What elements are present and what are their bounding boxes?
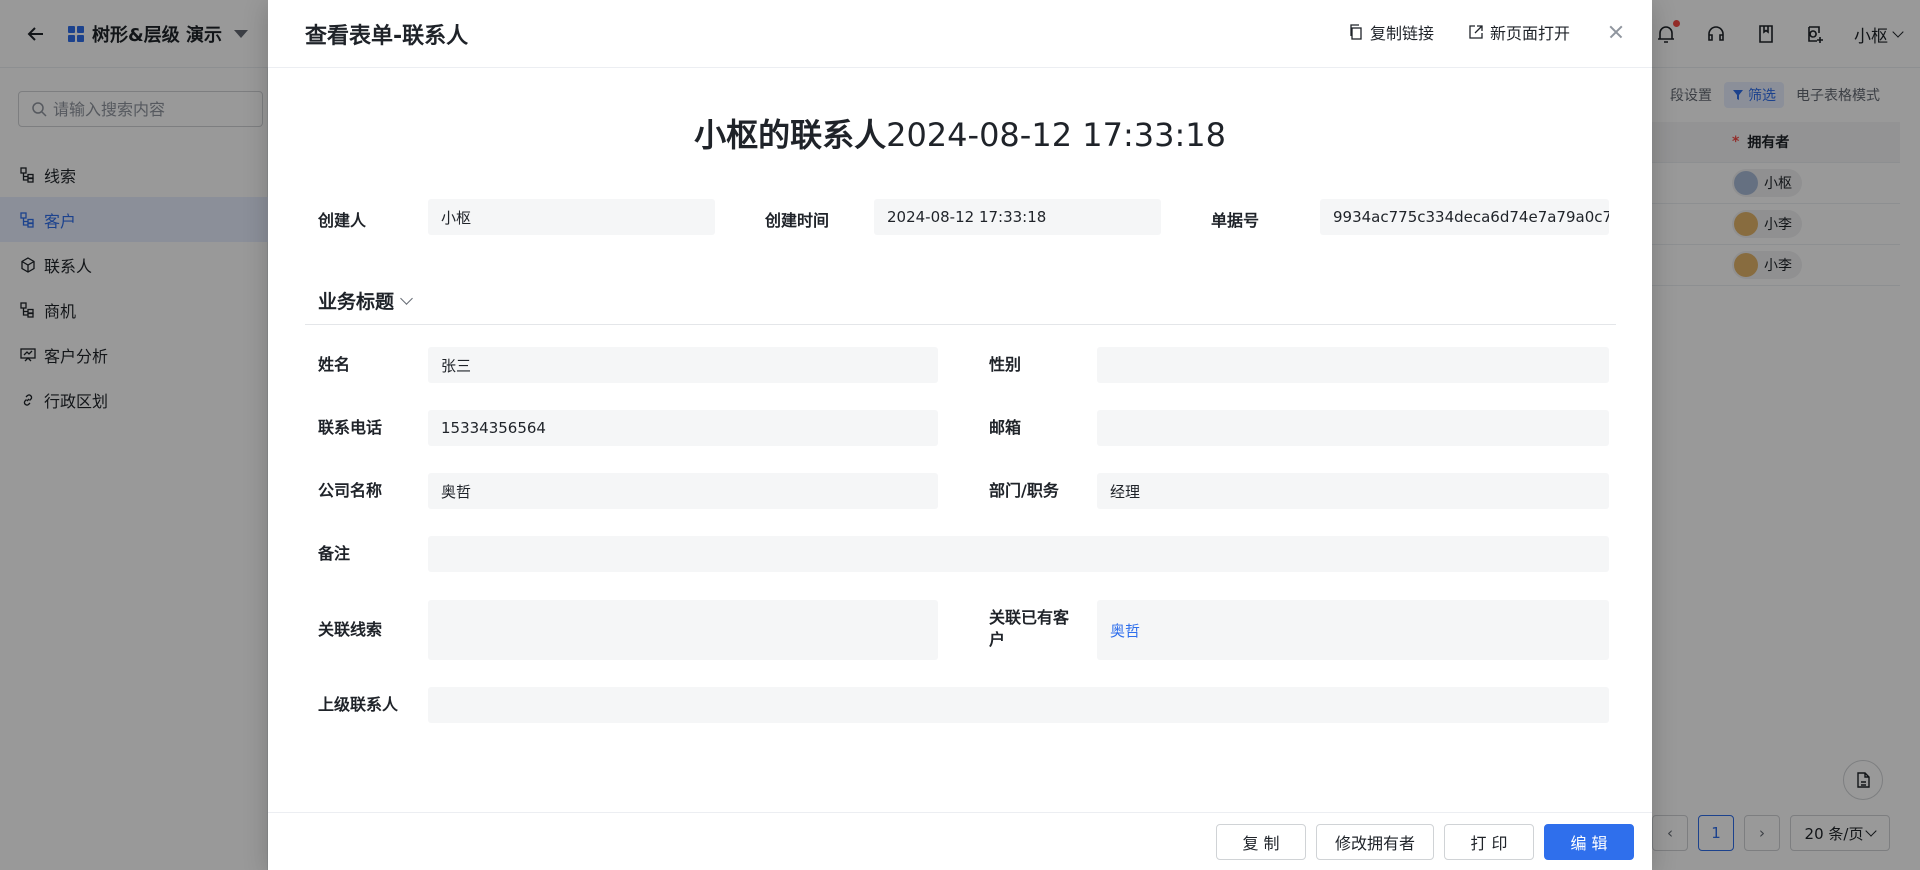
email-value — [1097, 410, 1609, 446]
creator-value: 小枢 — [428, 199, 715, 235]
open-new-page-button[interactable]: 新页面打开 — [1468, 20, 1570, 44]
name-value: 张三 — [428, 347, 938, 383]
remark-value — [428, 536, 1609, 572]
name-label: 姓名 — [318, 355, 351, 374]
change-owner-button[interactable]: 修改拥有者 — [1316, 824, 1434, 860]
copy-button[interactable]: 复 制 — [1216, 824, 1306, 860]
related-lead-label: 关联线索 — [318, 620, 383, 639]
dept-value: 经理 — [1097, 473, 1609, 509]
chevron-down-icon — [400, 291, 413, 305]
section-header[interactable]: 业务标题 — [305, 287, 1616, 325]
company-label: 公司名称 — [318, 481, 383, 500]
view-form-modal: 查看表单-联系人 复制链接 新页面打开 小枢的联系人2024-08-12 17:… — [268, 0, 1652, 870]
modal-header: 查看表单-联系人 复制链接 新页面打开 — [268, 0, 1652, 68]
footer-buttons: 复 制 修改拥有者 打 印 编 辑 — [1216, 824, 1634, 860]
company-value: 奥哲 — [428, 473, 938, 509]
section-title: 业务标题 — [318, 287, 413, 314]
open-new-page-label: 新页面打开 — [1489, 24, 1570, 43]
phone-label: 联系电话 — [318, 418, 383, 437]
external-link-icon — [1469, 25, 1483, 39]
remark-label: 备注 — [318, 544, 351, 563]
doc-no-label: 单据号 — [1211, 211, 1260, 230]
related-customer-label-line1: 关联已有客 — [989, 608, 1070, 627]
gender-label: 性别 — [989, 355, 1022, 374]
close-icon[interactable] — [1604, 20, 1628, 44]
copy-icon — [1350, 24, 1362, 40]
created-time-value: 2024-08-12 17:33:18 — [874, 199, 1161, 235]
related-customer-label: 关联已有客户 — [989, 607, 1079, 651]
email-label: 邮箱 — [989, 418, 1022, 437]
related-customer-link[interactable]: 奥哲 — [1097, 600, 1609, 660]
dept-label: 部门/职务 — [989, 481, 1059, 500]
creator-label: 创建人 — [318, 211, 367, 230]
print-button[interactable]: 打 印 — [1444, 824, 1534, 860]
phone-value: 15334356564 — [428, 410, 938, 446]
edit-button[interactable]: 编 辑 — [1544, 824, 1634, 860]
section-title-text: 业务标题 — [318, 291, 395, 313]
form-title-name: 小枢的联系人 — [694, 116, 887, 154]
meta-row: 创建人 小枢 创建时间 2024-08-12 17:33:18 单据号 9934… — [268, 199, 1652, 235]
modal-header-actions: 复制链接 新页面打开 — [1348, 20, 1628, 44]
parent-contact-value — [428, 687, 1609, 723]
related-customer-label-line2: 户 — [989, 630, 1006, 649]
created-time-label: 创建时间 — [765, 211, 830, 230]
doc-no-value: 9934ac775c334deca6d74e7a79a0c792 — [1320, 199, 1609, 235]
form-title-time: 2024-08-12 17:33:18 — [886, 116, 1226, 154]
copy-link-label: 复制链接 — [1369, 24, 1434, 43]
form-title: 小枢的联系人2024-08-12 17:33:18 — [268, 110, 1652, 156]
parent-contact-label: 上级联系人 — [318, 695, 399, 714]
modal-footer: 复 制 修改拥有者 打 印 编 辑 — [268, 812, 1652, 870]
gender-value — [1097, 347, 1609, 383]
modal-title: 查看表单-联系人 — [305, 24, 469, 49]
copy-link-button[interactable]: 复制链接 — [1348, 20, 1434, 44]
related-lead-value — [428, 600, 938, 660]
